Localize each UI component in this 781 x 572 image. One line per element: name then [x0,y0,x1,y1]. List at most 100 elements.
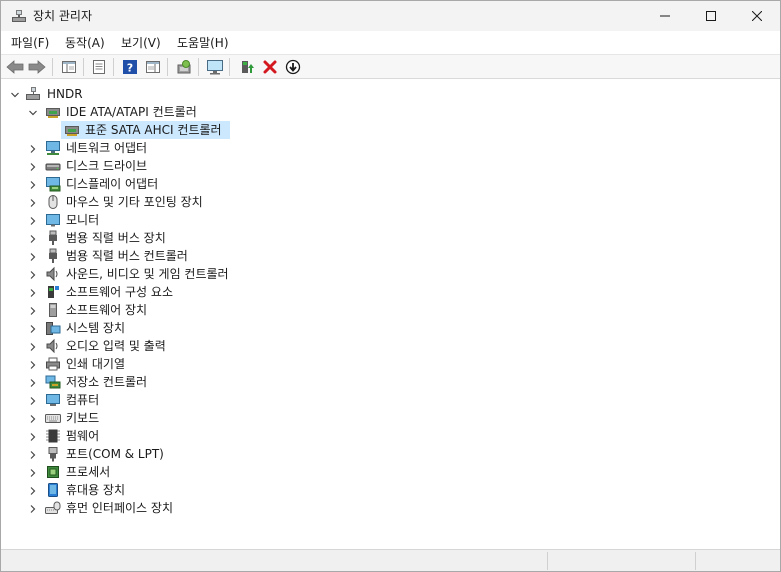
tree-category-label: 디스크 드라이브 [66,159,148,173]
tree-category-label: 프로세서 [66,465,111,479]
tree-category-label: 포트(COM & LPT) [66,447,164,461]
back-button[interactable] [5,57,25,77]
minimize-button[interactable] [642,1,688,31]
maximize-button[interactable] [688,1,734,31]
audio-io-icon [45,338,61,354]
print-queue-icon [45,356,61,372]
keyboard-icon [45,410,61,426]
chevron-right-icon[interactable] [28,198,38,208]
chevron-right-icon[interactable] [28,450,38,460]
show-action-pane-button[interactable] [143,57,163,77]
tree-category-label: 네트워크 어댑터 [66,141,148,155]
tree-category-label: 펌웨어 [66,429,100,443]
scan-hardware-changes-button[interactable] [174,57,194,77]
chevron-right-icon[interactable] [28,378,38,388]
tree-category-label: 마우스 및 기타 포인팅 장치 [66,195,203,209]
hid-icon [45,500,61,516]
chevron-down-icon[interactable] [10,90,20,100]
device-tree: HNDR IDE ATA/ATAPI 컨트롤러 표준 SATA AHCI 컨트롤… [1,80,780,548]
monitor-button[interactable] [205,57,225,77]
properties-icon [93,60,105,74]
software-device-icon [45,302,61,318]
svg-text:?: ? [127,62,133,75]
chevron-right-icon[interactable] [28,288,38,298]
tree-category-label: 범용 직렬 버스 장치 [66,231,166,245]
monitor-icon [207,60,223,75]
ide-controller-icon [45,104,61,120]
menu-bar: 파일(F) 동작(A) 보기(V) 도움말(H) [1,31,780,55]
usb-controller-icon [45,248,61,264]
help-button[interactable]: ? [120,57,140,77]
chevron-right-icon[interactable] [28,414,38,424]
system-device-icon [45,320,61,336]
chevron-down-icon[interactable] [28,108,38,118]
disable-device-button[interactable] [283,57,303,77]
chevron-right-icon[interactable] [28,234,38,244]
tree-root-label: HNDR [47,87,83,101]
tree-category-label: 시스템 장치 [66,321,126,335]
toolbar-separator [113,58,114,76]
menu-help[interactable]: 도움말(H) [177,34,229,52]
sound-icon [45,266,61,282]
processor-icon [45,464,61,480]
chevron-right-icon[interactable] [28,144,38,154]
toolbar-separator [83,58,84,76]
forward-button[interactable] [27,57,47,77]
tree-category-label: 디스플레이 어댑터 [66,177,159,191]
status-cell [695,552,779,570]
display-adapter-icon [45,176,61,192]
menu-action[interactable]: 동작(A) [65,34,105,52]
title-bar[interactable]: 장치 관리자 [1,1,780,31]
toolbar: ? [1,55,780,79]
network-adapter-icon [45,140,61,156]
tree-category-label: 휴대용 장치 [66,483,126,497]
chevron-right-icon[interactable] [28,270,38,280]
computer-root-icon [25,86,41,102]
chevron-right-icon[interactable] [28,486,38,496]
tree-category-label: 오디오 입력 및 출력 [66,339,166,353]
disable-device-icon [285,59,301,75]
menu-view[interactable]: 보기(V) [121,34,161,52]
toolbar-separator [198,58,199,76]
tree-category-label: IDE ATA/ATAPI 컨트롤러 [66,105,197,119]
chevron-right-icon[interactable] [28,306,38,316]
toolbar-separator [52,58,53,76]
tree-category-label: 범용 직렬 버스 컨트롤러 [66,249,188,263]
chevron-right-icon[interactable] [28,432,38,442]
port-icon [45,446,61,462]
tree-category-label: 소프트웨어 구성 요소 [66,285,173,299]
chevron-right-icon[interactable] [28,342,38,352]
chevron-right-icon[interactable] [28,396,38,406]
chevron-right-icon[interactable] [28,468,38,478]
uninstall-device-button[interactable] [260,57,280,77]
minimize-icon [660,15,670,17]
update-driver-button[interactable] [237,57,257,77]
show-hide-console-tree-button[interactable] [59,57,79,77]
uninstall-device-icon [263,60,277,74]
chevron-right-icon[interactable] [28,360,38,370]
tree-category-label: 키보드 [66,411,100,425]
chevron-right-icon[interactable] [28,504,38,514]
tree-category-label: 인쇄 대기열 [66,357,126,371]
monitor-icon [45,212,61,228]
chevron-right-icon[interactable] [28,162,38,172]
chevron-right-icon[interactable] [28,180,38,190]
close-button[interactable] [734,1,780,31]
maximize-icon [706,11,716,21]
scan-hardware-changes-icon [177,60,191,74]
portable-device-icon [45,482,61,498]
chevron-right-icon[interactable] [28,324,38,334]
help-icon: ? [123,60,137,75]
update-driver-icon [242,61,254,73]
tree-category-label: 휴먼 인터페이스 장치 [66,501,173,515]
usb-device-icon [45,230,61,246]
show-action-pane-icon [146,61,160,73]
properties-button[interactable] [89,57,109,77]
mouse-icon [45,194,61,210]
close-icon [752,11,762,21]
chevron-right-icon[interactable] [28,252,38,262]
computer-icon [45,392,61,408]
tree-category-label: 소프트웨어 장치 [66,303,148,317]
chevron-right-icon[interactable] [28,216,38,226]
menu-file[interactable]: 파일(F) [11,34,49,52]
